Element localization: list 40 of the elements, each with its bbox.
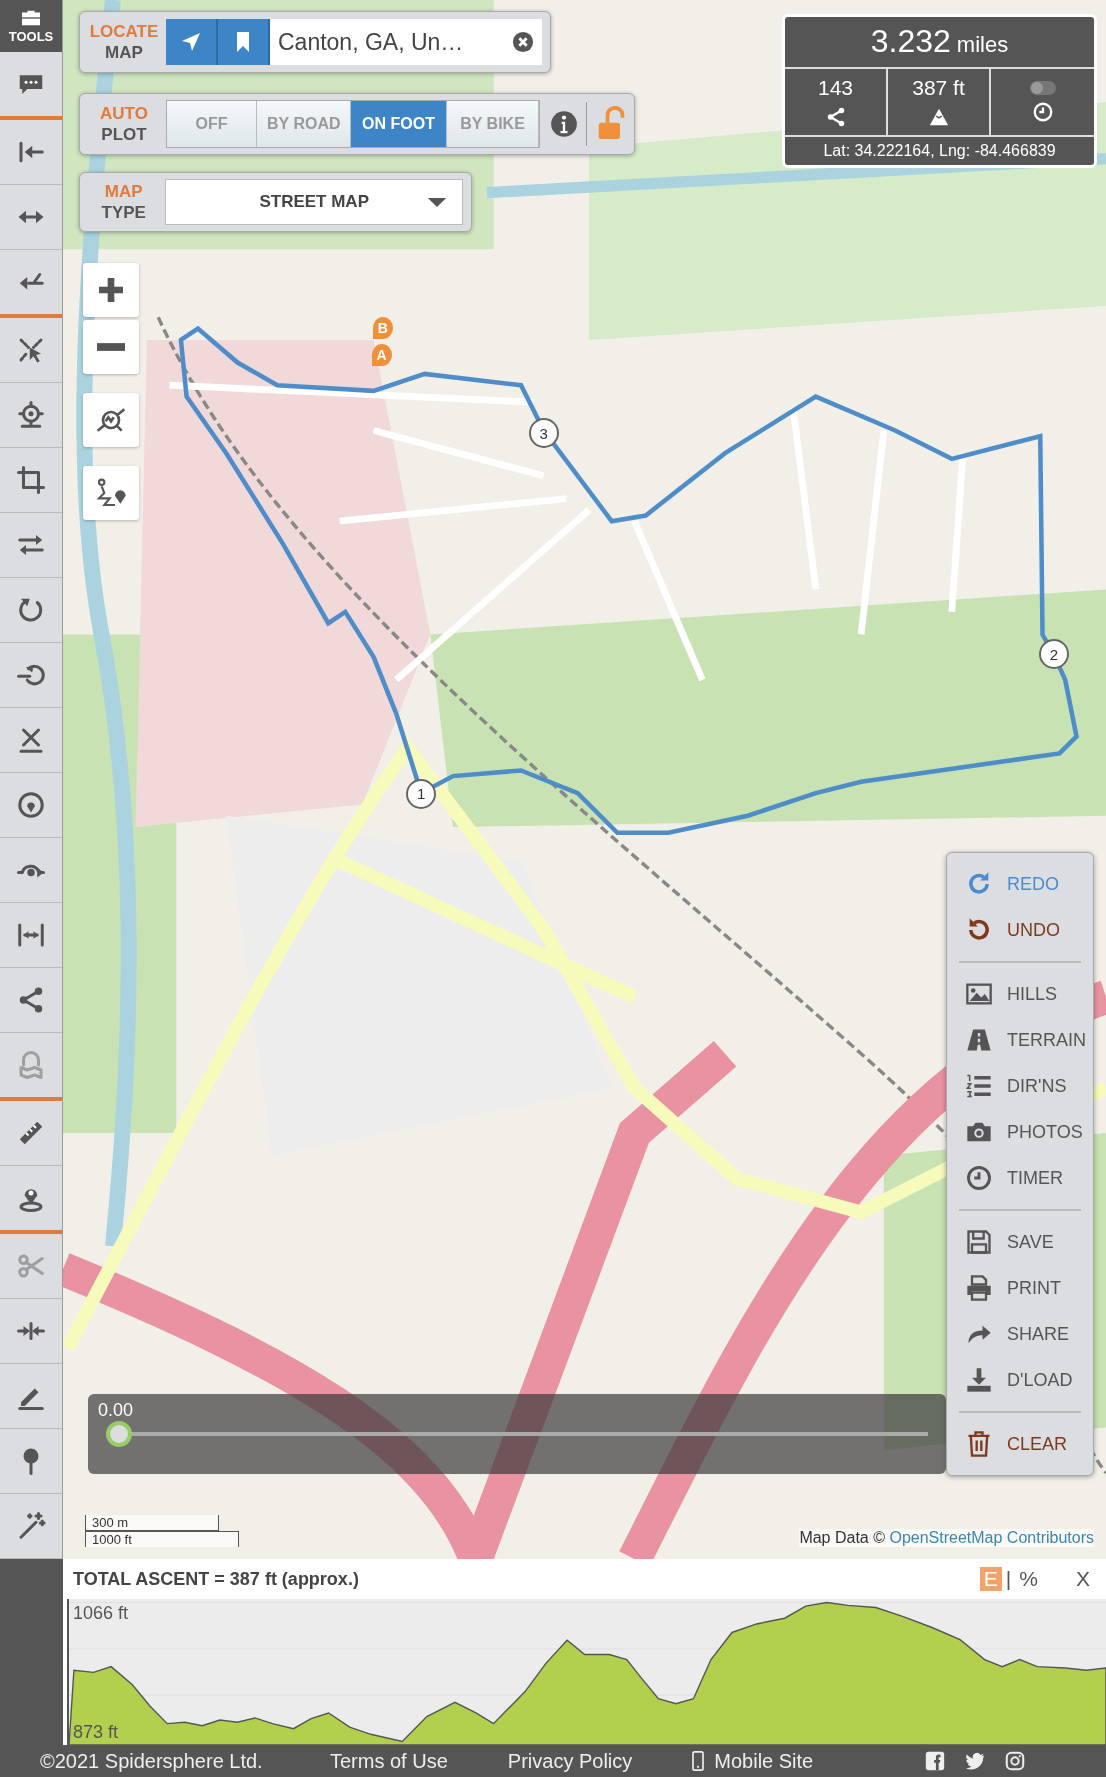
panel-label: PLOT <box>100 124 148 145</box>
mobile-site-link[interactable]: Mobile Site <box>692 1749 814 1773</box>
menu-item[interactable]: SHARE <box>947 1311 1093 1357</box>
copyright-text: ©2021 Spidersphere Ltd. <box>40 1749 264 1773</box>
panel-label: TYPE <box>100 202 147 223</box>
attribution-text: Map Data © <box>799 1529 885 1546</box>
menu-item[interactable]: TIMER <box>947 1155 1093 1201</box>
footer-link[interactable]: Terms of Use <box>330 1749 448 1773</box>
panel-label: LOCATE <box>88 21 160 42</box>
distance-unit: miles <box>956 32 1009 58</box>
menu-item[interactable]: SAVE <box>947 1219 1093 1265</box>
menu-item[interactable]: DIR'NS <box>947 1063 1093 1109</box>
axis-label: 873 ft <box>73 1722 119 1743</box>
menu-item[interactable]: TERRAIN <box>947 1017 1093 1063</box>
close-button[interactable]: X <box>1070 1566 1096 1592</box>
menu-item[interactable]: CLEAR <box>947 1421 1093 1467</box>
tools-button[interactable]: TOOLS <box>0 0 62 52</box>
mode-separator: | <box>1005 1567 1012 1591</box>
point-count: 143 <box>817 76 853 100</box>
menu-item[interactable]: D'LOAD <box>947 1357 1093 1403</box>
playback-reading: 0.00 <box>98 1400 135 1421</box>
distance-value: 3.232 <box>870 23 951 60</box>
elevation-title: TOTAL ASCENT = 387 ft (approx.) <box>73 1568 359 1590</box>
panel-label: MAP <box>103 181 144 202</box>
menu-item[interactable]: UNDO <box>947 907 1093 953</box>
ascent-value: 387 ft <box>912 76 965 100</box>
map-type-dropdown[interactable]: STREET MAP <box>165 179 463 225</box>
footer-link[interactable]: Privacy Policy <box>507 1749 633 1773</box>
menu-item[interactable]: PHOTOS <box>947 1109 1093 1155</box>
plot-mode-tab[interactable]: ON FOOT <box>351 101 447 147</box>
axis-label: 1066 ft <box>73 1603 129 1624</box>
coordinates-text: Lat: 34.222164, Lng: -84.466839 <box>822 141 1057 161</box>
menu-item[interactable]: HILLS <box>947 971 1093 1017</box>
panel-label: AUTO <box>99 103 149 124</box>
attribution-link[interactable]: OpenStreetMap Contributors <box>889 1529 1094 1546</box>
menu-item[interactable]: PRINT <box>947 1265 1093 1311</box>
scale-bar: 300 m 1000 ft <box>85 1515 239 1547</box>
panel-label: MAP <box>104 42 144 63</box>
location-field[interactable]: Canton, GA, Un… <box>270 19 542 65</box>
elevation-mode-tab[interactable]: % <box>1015 1567 1042 1591</box>
